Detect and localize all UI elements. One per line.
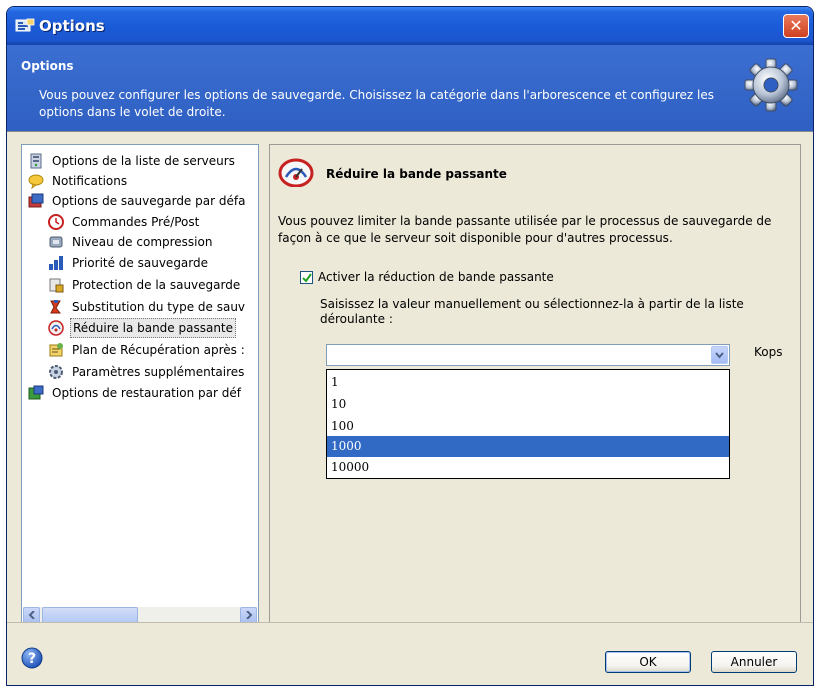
tree-item-protection[interactable]: Protection de la sauvegarde <box>48 275 254 295</box>
server-list-icon <box>30 153 42 169</box>
combo-dropdown-button[interactable] <box>711 346 728 364</box>
tree-item-recovery-plan[interactable]: Plan de Récupération après : <box>48 340 254 360</box>
substitution-icon <box>50 300 62 314</box>
tree-item-compression[interactable]: Niveau de compression <box>48 232 254 252</box>
bandwidth-icon <box>48 320 64 336</box>
panel-description: Vous pouvez limiter la bande passante ut… <box>278 214 772 245</box>
header-description: Vous pouvez configurer les options de sa… <box>39 88 714 119</box>
chevron-left-icon <box>28 610 35 620</box>
tree-item-priority[interactable]: Priorité de sauvegarde <box>48 253 254 273</box>
close-icon: ✕ <box>789 16 803 35</box>
gear-icon <box>744 58 798 112</box>
recovery-plan-icon <box>49 343 63 357</box>
dropdown-option[interactable]: 10 <box>327 394 729 415</box>
dropdown-option[interactable]: 100 <box>327 416 729 437</box>
title-bar[interactable]: Options ✕ <box>7 7 813 45</box>
dialog-body: Options de la liste de serveurs Notifica… <box>7 132 813 626</box>
bandwidth-combo[interactable] <box>326 344 730 366</box>
enable-bandwidth-checkbox[interactable] <box>300 271 313 284</box>
bandwidth-icon <box>278 158 314 187</box>
chevron-right-icon <box>245 610 252 620</box>
dropdown-option-selected[interactable]: 1000 <box>327 436 729 457</box>
bandwidth-unit: Kops <box>754 345 783 359</box>
tree-item-substitution[interactable]: Substitution du type de sauv <box>48 297 254 317</box>
tree-item-notifications[interactable]: Notifications <box>28 171 254 191</box>
options-window-icon <box>15 18 35 32</box>
backup-options-icon <box>28 193 44 208</box>
notification-icon <box>28 174 44 189</box>
bandwidth-instruction: Saisissez la valeur manuellement ou séle… <box>320 297 744 326</box>
pre-post-commands-icon <box>48 214 64 230</box>
tree-item-restore-options[interactable]: Options de restauration par déf <box>28 383 254 403</box>
restore-options-icon <box>28 385 44 400</box>
close-button[interactable]: ✕ <box>783 14 809 38</box>
options-tree[interactable]: Options de la liste de serveurs Notifica… <box>21 144 259 626</box>
priority-icon <box>49 256 63 270</box>
dialog-header: Options Vous pouvez configurer les optio… <box>7 45 813 132</box>
header-title: Options <box>21 59 74 73</box>
tree-item-pre-post-commands[interactable]: Commandes Pré/Post <box>48 212 254 232</box>
window-title: Options <box>39 17 105 35</box>
protection-icon <box>49 278 64 293</box>
dialog-footer: ? OK Annuler <box>7 622 813 685</box>
dropdown-option[interactable]: 10000 <box>327 457 729 478</box>
enable-bandwidth-label[interactable]: Activer la réduction de bande passante <box>318 270 554 284</box>
dropdown-option[interactable]: 1 <box>327 372 729 393</box>
additional-settings-icon <box>49 365 63 379</box>
compression-icon <box>49 236 63 248</box>
options-dialog: Options ✕ Options Vous pouvez configurer… <box>6 6 814 686</box>
checkmark-icon <box>302 273 312 283</box>
chevron-down-icon <box>715 352 724 359</box>
panel-title: Réduire la bande passante <box>326 167 507 181</box>
settings-panel: Réduire la bande passante Vous pouvez li… <box>269 144 801 626</box>
help-icon[interactable]: ? <box>21 647 43 669</box>
tree-item-bandwidth[interactable]: Réduire la bande passante <box>48 318 254 338</box>
cancel-button[interactable]: Annuler <box>711 651 797 673</box>
tree-item-backup-options[interactable]: Options de sauvegarde par défa <box>28 191 254 211</box>
tree-item-server-list[interactable]: Options de la liste de serveurs <box>28 151 254 171</box>
tree-item-additional-settings[interactable]: Paramètres supplémentaires <box>48 362 254 382</box>
bandwidth-dropdown-list[interactable]: 1 10 100 1000 10000 <box>326 369 730 479</box>
svg-text:?: ? <box>28 651 36 667</box>
ok-button[interactable]: OK <box>605 651 691 673</box>
